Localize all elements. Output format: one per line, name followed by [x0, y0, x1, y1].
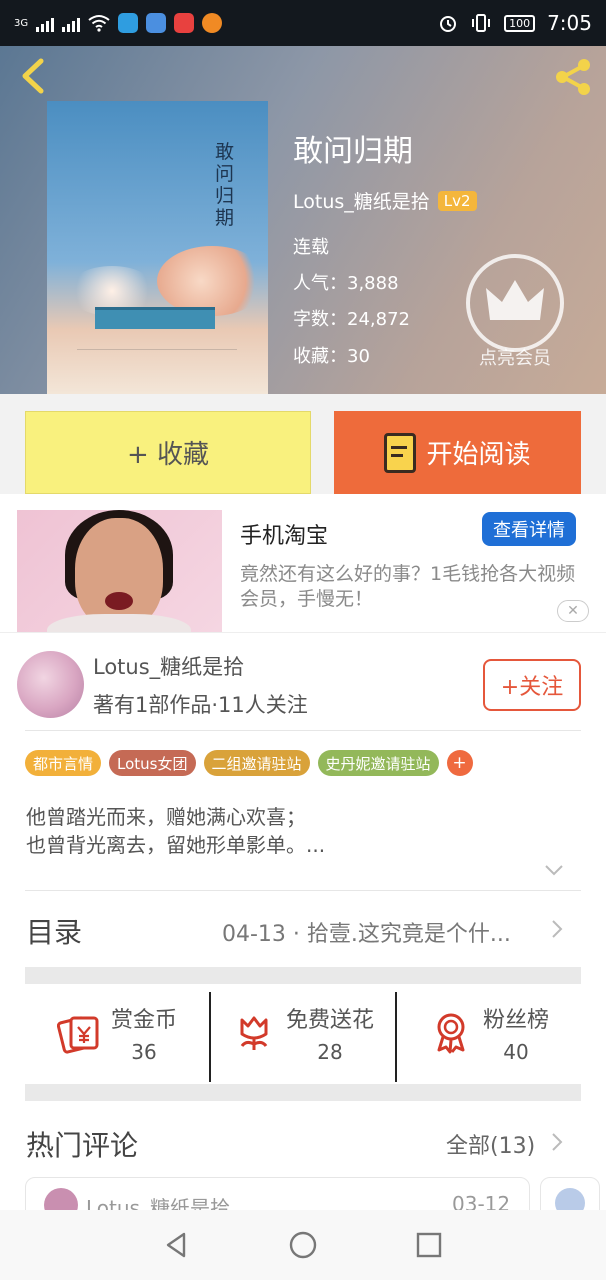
ad-title: 手机淘宝 [240, 524, 329, 549]
wifi-icon [88, 15, 110, 32]
network-type: 3G [14, 17, 29, 29]
medal-icon [437, 1013, 465, 1054]
author-card[interactable]: Lotus_糖纸是拾 著有1部作品·11人关注 +关注 [0, 632, 606, 732]
system-nav-bar [0, 1210, 606, 1280]
start-reading-label: 开始阅读 [426, 440, 531, 470]
clock: 7:05 [547, 11, 592, 35]
tag-item[interactable]: Lotus女团 [109, 750, 196, 776]
rewards-bar: 赏金币 36 免费送花 28 粉丝榜 40 [25, 992, 581, 1082]
reward-value: 36 [131, 1040, 157, 1064]
latest-chapter: 04-13 · 拾壹.这究竟是个什... [222, 922, 511, 947]
ad-close-button[interactable]: ✕ [557, 600, 589, 622]
section-separator [25, 967, 581, 984]
share-icon[interactable] [550, 54, 596, 100]
book-description[interactable]: 他曾踏光而来，赠她满心欢喜； 也曾背光离去，留她形单影单。... [26, 803, 325, 859]
app-icon-taobao [202, 13, 223, 33]
level-badge: Lv2 [437, 190, 477, 211]
word-count: 字数：24,872 [293, 309, 410, 330]
vip-button[interactable] [466, 254, 564, 352]
ad-text: 竟然还有这么好的事？1毛钱抢各大视频会员，手慢无！ [240, 563, 576, 610]
tag-list: 都市言情 Lotus女团 二组邀请驻站 史丹妮邀请驻站 + [25, 750, 473, 776]
reward-coins-button[interactable]: 赏金币 36 [25, 992, 209, 1082]
reward-label: 免费送花 [285, 1008, 374, 1033]
ad-banner[interactable]: 手机淘宝 查看详情 竟然还有这么好的事？1毛钱抢各大视频会员，手慢无！ ✕ [0, 510, 606, 634]
chevron-left-icon[interactable] [14, 56, 54, 96]
favorites-count: 收藏：30 [293, 346, 370, 367]
chevron-right-icon [552, 920, 563, 938]
author-card-name: Lotus_糖纸是拾 [93, 655, 245, 679]
tag-item[interactable]: 史丹妮邀请驻站 [317, 750, 439, 776]
signal-icon [62, 14, 81, 32]
chevron-down-icon[interactable] [544, 864, 564, 876]
alarm-icon [440, 16, 457, 32]
section-separator [25, 1084, 581, 1101]
description-line: 也曾背光离去，留她形单影单。... [26, 833, 326, 857]
tag-item[interactable]: 都市言情 [25, 750, 102, 776]
start-reading-button[interactable]: 开始阅读 [334, 411, 581, 494]
ad-image[interactable] [17, 510, 222, 632]
author-line: Lotus_糖纸是拾 Lv2 [293, 187, 477, 214]
all-comments-link[interactable]: 全部(13) [446, 1128, 535, 1160]
book-header: 敢问归期 敢问归期 Lotus_糖纸是拾 Lv2 连载 人气：3,888 字数：… [0, 46, 606, 394]
fan-ranking-button[interactable]: 粉丝榜 40 [395, 992, 581, 1082]
chevron-right-icon[interactable] [551, 1132, 563, 1152]
reward-value: 40 [503, 1040, 529, 1064]
avatar[interactable] [17, 651, 84, 718]
flower-icon [240, 1016, 268, 1050]
vip-label: 点亮会员 [479, 348, 551, 369]
app-icon-video [174, 13, 195, 33]
serial-status: 连载 [293, 237, 329, 258]
vibrate-icon [472, 14, 491, 32]
app-icon-qq [118, 13, 139, 33]
recents-square-icon[interactable] [414, 1230, 444, 1260]
book-icon [384, 432, 417, 473]
popularity: 人气：3,888 [293, 273, 399, 294]
crown-icon [486, 280, 544, 320]
hot-comments-header: 热门评论 全部(13) [0, 1114, 606, 1174]
author-stats: 著有1部作品·11人关注 [93, 693, 308, 717]
app-icon-browser [146, 13, 167, 33]
red-envelope-icon [56, 1016, 99, 1054]
favorite-button[interactable]: + 收藏 [25, 411, 311, 494]
signal-icon [36, 14, 55, 32]
divider [25, 730, 581, 731]
battery-icon: 100 [504, 14, 536, 32]
book-details: 手机淘宝 查看详情 竟然还有这么好的事？1毛钱抢各大视频会员，手慢无！ ✕ Lo… [0, 494, 606, 1237]
back-triangle-icon[interactable] [162, 1230, 192, 1260]
send-flower-button[interactable]: 免费送花 28 [209, 992, 395, 1082]
ad-details-button[interactable]: 查看详情 [482, 512, 576, 546]
cover-title: 敢问归期 [215, 141, 235, 229]
follow-button[interactable]: +关注 [483, 659, 581, 711]
add-tag-button[interactable]: + [446, 750, 473, 776]
status-bar: 3G 100 7:05 [0, 0, 606, 46]
home-circle-icon[interactable] [288, 1230, 318, 1260]
book-title: 敢问归期 [293, 134, 413, 169]
reward-label: 粉丝榜 [482, 1008, 549, 1033]
table-of-contents[interactable]: 目录 04-13 · 拾壹.这究竟是个什... [0, 891, 606, 967]
description-line: 他曾踏光而来，赠她满心欢喜； [26, 805, 306, 829]
tag-item[interactable]: 二组邀请驻站 [203, 750, 310, 776]
hot-comments-title: 热门评论 [26, 1129, 139, 1162]
toc-label: 目录 [26, 916, 83, 949]
reward-value: 28 [317, 1040, 343, 1064]
book-cover[interactable]: 敢问归期 [47, 101, 268, 394]
reward-label: 赏金币 [110, 1008, 177, 1033]
author-name[interactable]: Lotus_糖纸是拾 [293, 187, 430, 214]
